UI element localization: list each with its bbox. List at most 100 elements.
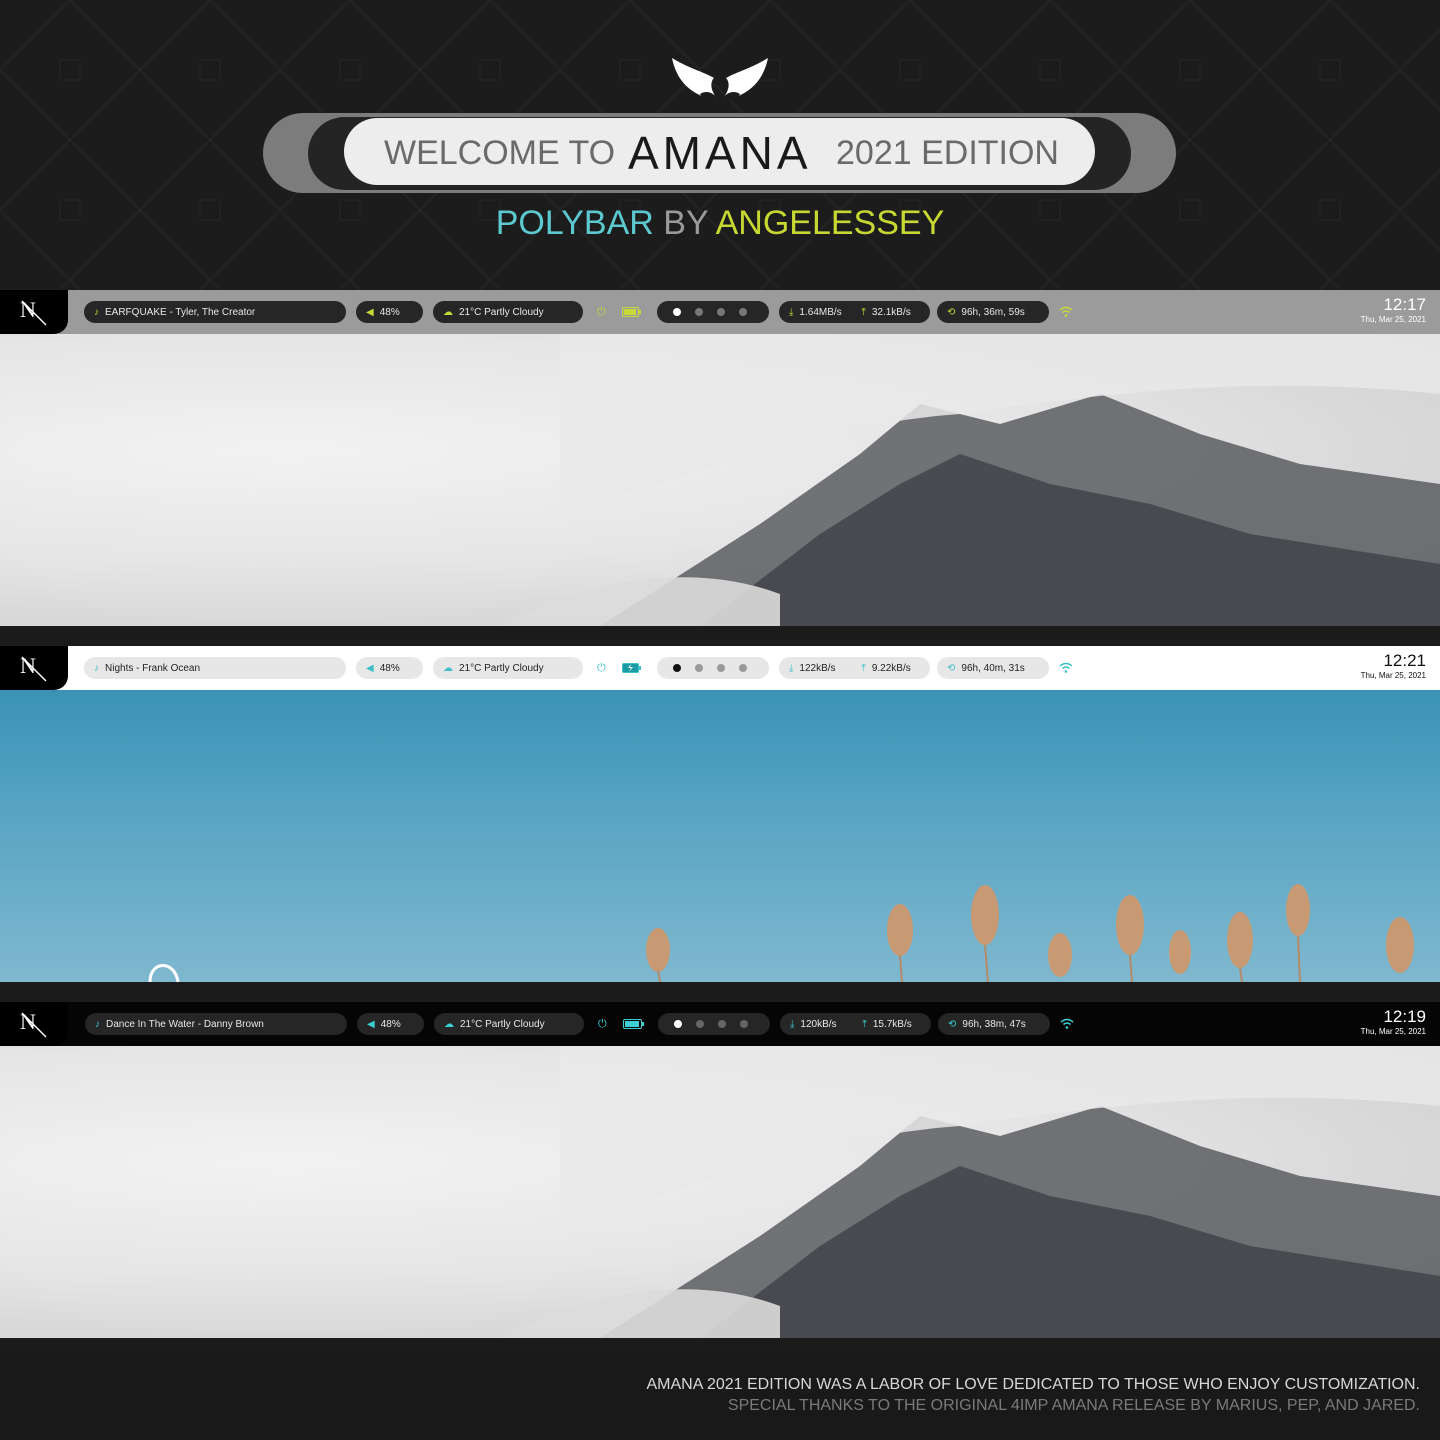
clock: 12:17 Thu, Mar 25, 2021 bbox=[1361, 296, 1426, 324]
upload-speed: 15.7kB/s bbox=[872, 1018, 912, 1030]
clock: 12:19 Thu, Mar 25, 2021 bbox=[1361, 1008, 1426, 1036]
music-module[interactable]: ♪ Nights - Frank Ocean bbox=[84, 657, 346, 679]
weather-value: 21°C Partly Cloudy bbox=[460, 1018, 545, 1030]
n-logo-icon: N bbox=[20, 297, 47, 326]
power-icon[interactable]: ⏻ bbox=[597, 306, 606, 319]
download-speed: 120kB/s bbox=[800, 1018, 837, 1030]
uptime-module: ⟲ 96h, 36m, 59s bbox=[937, 301, 1049, 323]
workspace-1[interactable] bbox=[673, 308, 681, 316]
workspace-2[interactable] bbox=[695, 308, 703, 316]
mountain-image bbox=[500, 1046, 1440, 1338]
workspace-3[interactable] bbox=[718, 1020, 726, 1028]
music-note-icon: ♪ bbox=[94, 662, 99, 674]
power-icon[interactable]: ⏻ bbox=[597, 662, 606, 675]
polybar-black: N ♪ Dance In The Water - Danny Brown ◀ 48%… bbox=[0, 1002, 1440, 1046]
weather-module[interactable]: ☁ 21°C Partly Cloudy bbox=[434, 1013, 584, 1035]
clock-time: 12:21 bbox=[1383, 651, 1426, 670]
polybar-white: N ♪ Nights - Frank Ocean ◀ 48% ☁ 21°C Partl… bbox=[0, 646, 1440, 690]
wifi-icon[interactable] bbox=[1060, 1018, 1074, 1030]
network-module[interactable]: ⤓ 1.64MB/s ⤒ 32.1kB/s bbox=[779, 301, 930, 323]
edition-text: 2021 EDITION bbox=[836, 134, 1059, 172]
footer-thanks: SPECIAL THANKS TO THE ORIGINAL 4IMP AMAN… bbox=[727, 1397, 1420, 1414]
workspace-4[interactable] bbox=[739, 664, 747, 672]
music-module[interactable]: ♪ EARFQUAKE - Tyler, The Creator bbox=[84, 301, 346, 323]
battery-icon bbox=[623, 1019, 644, 1029]
clock: 12:21 Thu, Mar 25, 2021 bbox=[1361, 652, 1426, 680]
workspace-2[interactable] bbox=[696, 1020, 704, 1028]
clock-date: Thu, Mar 25, 2021 bbox=[1360, 1027, 1426, 1036]
upload-icon: ⤒ bbox=[861, 306, 866, 318]
cloud-icon: ☁ bbox=[444, 1018, 454, 1030]
preview-panel-black: N ♪ Dance In The Water - Danny Brown ◀ 48%… bbox=[0, 1002, 1440, 1338]
cloud-icon: ☁ bbox=[443, 662, 453, 674]
volume-module[interactable]: ◀ 48% bbox=[356, 301, 423, 323]
volume-module[interactable]: ◀ 48% bbox=[356, 657, 423, 679]
app-name: AMANA bbox=[628, 127, 812, 179]
polybar-gray: N ♪ EARFQUAKE - Tyler, The Creator ◀ 48% ☁… bbox=[0, 290, 1440, 334]
clock-date: Thu, Mar 25, 2021 bbox=[1360, 671, 1426, 680]
workspace-2[interactable] bbox=[695, 664, 703, 672]
music-note-icon: ♪ bbox=[95, 1018, 100, 1030]
history-icon: ⟲ bbox=[947, 306, 956, 318]
n-logo-icon: N bbox=[20, 1009, 47, 1038]
footer: AMANA 2021 EDITION WAS A LABOR OF LOVE D… bbox=[0, 1352, 1440, 1440]
network-module[interactable]: ⤓ 120kB/s ⤒ 15.7kB/s bbox=[780, 1013, 931, 1035]
cloud-icon: ☁ bbox=[443, 306, 453, 318]
history-icon: ⟲ bbox=[948, 1018, 957, 1030]
clock-time: 12:19 bbox=[1383, 1007, 1426, 1026]
workspace-3[interactable] bbox=[717, 664, 725, 672]
upload-speed: 32.1kB/s bbox=[871, 306, 911, 318]
weather-module[interactable]: ☁ 21°C Partly Cloudy bbox=[433, 657, 583, 679]
footer-dedication: AMANA 2021 EDITION WAS A LABOR OF LOVE D… bbox=[646, 1376, 1421, 1393]
subtitle-by: BY bbox=[663, 204, 709, 242]
launcher-button[interactable]: N bbox=[0, 1002, 68, 1046]
weather-value: 21°C Partly Cloudy bbox=[459, 306, 544, 318]
download-icon: ⤓ bbox=[789, 306, 794, 318]
subtitle-author: ANGELESSEY bbox=[715, 204, 945, 242]
download-icon: ⤓ bbox=[789, 662, 794, 674]
music-note-icon: ♪ bbox=[94, 306, 99, 318]
music-title: Dance In The Water - Danny Brown bbox=[106, 1018, 264, 1030]
preview-panel-white: N ♪ Nights - Frank Ocean ◀ 48% ☁ 21°C Partl… bbox=[0, 646, 1440, 982]
music-module[interactable]: ♪ Dance In The Water - Danny Brown bbox=[85, 1013, 347, 1035]
upload-icon: ⤒ bbox=[861, 662, 866, 674]
workspace-4[interactable] bbox=[739, 308, 747, 316]
weather-value: 21°C Partly Cloudy bbox=[459, 662, 544, 674]
subtitle-polybar: POLYBAR bbox=[495, 204, 654, 242]
workspace-4[interactable] bbox=[740, 1020, 748, 1028]
music-title: Nights - Frank Ocean bbox=[105, 662, 201, 674]
workspace-3[interactable] bbox=[717, 308, 725, 316]
download-icon: ⤓ bbox=[790, 1018, 795, 1030]
download-speed: 1.64MB/s bbox=[799, 306, 842, 318]
speaker-icon: ◀ bbox=[367, 1018, 375, 1030]
uptime-value: 96h, 40m, 31s bbox=[961, 662, 1025, 674]
volume-module[interactable]: ◀ 48% bbox=[357, 1013, 424, 1035]
clock-time: 12:17 bbox=[1383, 295, 1426, 314]
welcome-text: WELCOME TO bbox=[384, 134, 616, 172]
workspace-1[interactable] bbox=[674, 1020, 682, 1028]
wallpaper-mountain bbox=[0, 334, 1440, 626]
grass-image bbox=[148, 884, 1414, 982]
n-logo-icon: N bbox=[20, 653, 47, 682]
uptime-module: ⟲ 96h, 38m, 47s bbox=[938, 1013, 1050, 1035]
power-icon[interactable]: ⏻ bbox=[598, 1018, 607, 1031]
preview-panel-gray: N ♪ EARFQUAKE - Tyler, The Creator ◀ 48% ☁… bbox=[0, 290, 1440, 626]
battery-icon bbox=[622, 663, 641, 673]
download-speed: 122kB/s bbox=[799, 662, 836, 674]
workspaces-module bbox=[657, 657, 769, 679]
wifi-icon[interactable] bbox=[1059, 662, 1073, 674]
uptime-module: ⟲ 96h, 40m, 31s bbox=[937, 657, 1049, 679]
history-icon: ⟲ bbox=[947, 662, 956, 674]
uptime-value: 96h, 36m, 59s bbox=[961, 306, 1025, 318]
upload-speed: 9.22kB/s bbox=[871, 662, 911, 674]
workspace-1[interactable] bbox=[673, 664, 681, 672]
wallpaper-mountain bbox=[0, 1046, 1440, 1338]
clock-date: Thu, Mar 25, 2021 bbox=[1360, 315, 1426, 324]
network-module[interactable]: ⤓ 122kB/s ⤒ 9.22kB/s bbox=[779, 657, 930, 679]
wifi-icon[interactable] bbox=[1059, 306, 1073, 318]
weather-module[interactable]: ☁ 21°C Partly Cloudy bbox=[433, 301, 583, 323]
speaker-icon: ◀ bbox=[366, 306, 374, 318]
launcher-button[interactable]: N bbox=[0, 290, 68, 334]
launcher-button[interactable]: N bbox=[0, 646, 68, 690]
mountain-image bbox=[500, 334, 1440, 626]
